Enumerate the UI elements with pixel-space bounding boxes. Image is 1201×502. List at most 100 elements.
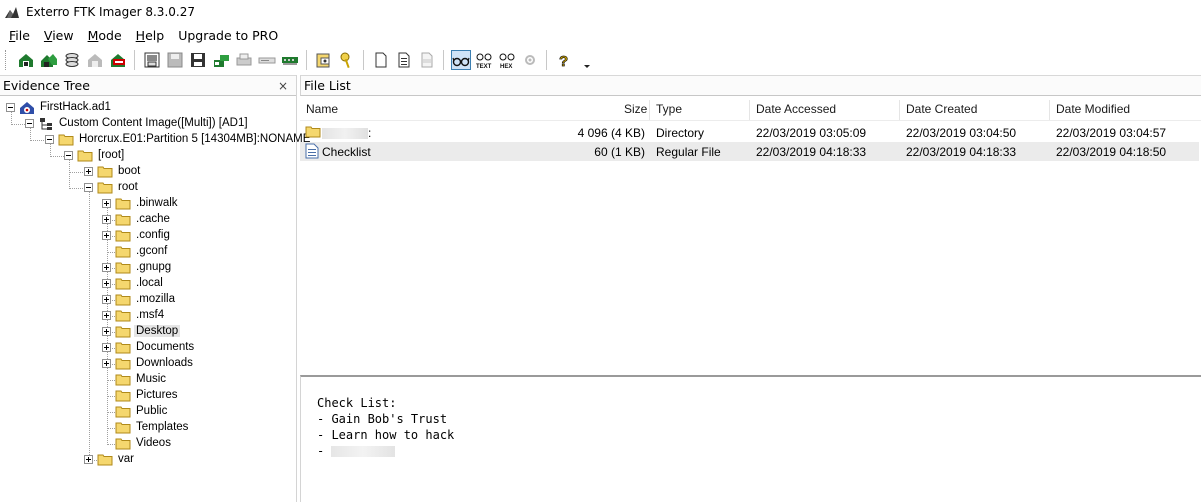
tree-node-pictures[interactable]: Pictures — [115, 387, 180, 403]
collapse-toggle[interactable] — [84, 182, 93, 192]
expand-toggle[interactable] — [102, 310, 111, 320]
expand-toggle[interactable] — [102, 358, 111, 368]
file-date-created: 22/03/2019 04:18:33 — [906, 145, 1017, 159]
new-document-button[interactable] — [371, 50, 391, 70]
tree-node-label: Desktop — [134, 325, 181, 337]
column-header-type[interactable]: Type — [656, 102, 682, 116]
decrypt-ad1-button[interactable] — [257, 50, 277, 70]
image-mounting-button[interactable] — [62, 50, 82, 70]
document-icon — [375, 52, 386, 68]
menu-mode[interactable]: Mode — [83, 28, 127, 43]
remove-all-evidence-button[interactable] — [108, 50, 128, 70]
collapse-toggle[interactable] — [45, 134, 54, 144]
tree-node-binwalk[interactable]: .binwalk — [102, 195, 180, 211]
file-list-header: File List — [300, 75, 1201, 96]
column-header-date-accessed[interactable]: Date Accessed — [756, 102, 836, 116]
add-all-attached-devices-button[interactable] — [39, 50, 59, 70]
help-button[interactable]: ? — [554, 50, 574, 70]
remove-evidence-item-button[interactable] — [85, 50, 105, 70]
tree-node-local[interactable]: .local — [102, 275, 165, 291]
tree-node-root-bracket[interactable]: [root] — [64, 147, 126, 163]
preview-line-redacted: - — [317, 443, 454, 459]
folder-icon — [58, 133, 74, 146]
tree-node-custom-content-image[interactable]: Custom Content Image([Multi]) [AD1] — [25, 115, 250, 131]
tree-node-templates[interactable]: Templates — [115, 419, 190, 435]
export-disk-image-button[interactable] — [165, 50, 185, 70]
menu-view[interactable]: View — [39, 28, 79, 43]
folder-icon — [115, 213, 131, 226]
document-lines-icon — [398, 52, 409, 68]
create-custom-content-image-button[interactable] — [234, 50, 254, 70]
export-logical-image-button[interactable] — [188, 50, 208, 70]
column-divider[interactable] — [749, 100, 750, 120]
expand-toggle[interactable] — [102, 278, 111, 288]
auto-view-button[interactable] — [450, 50, 471, 70]
column-header-size[interactable]: Size — [624, 102, 647, 116]
tree-node-cache[interactable]: .cache — [102, 211, 172, 227]
add-to-custom-content-button[interactable] — [211, 50, 231, 70]
expand-toggle[interactable] — [102, 214, 111, 224]
remove-all-icon — [110, 54, 125, 67]
tree-node-firsthack[interactable]: FirstHack.ad1 — [6, 99, 113, 115]
column-divider[interactable] — [899, 100, 900, 120]
menu-help[interactable]: Help — [131, 28, 170, 43]
file-preview-pane[interactable]: Check List: - Gain Bob's Trust - Learn how… — [300, 375, 1201, 502]
tree-node-public[interactable]: Public — [115, 403, 169, 419]
expand-toggle[interactable] — [102, 198, 111, 208]
add-evidence-item-button[interactable] — [16, 50, 36, 70]
expand-toggle[interactable] — [102, 262, 111, 272]
table-row[interactable]: Checklist 60 (1 KB) Regular File 22/03/2… — [300, 142, 1199, 161]
expand-toggle[interactable] — [102, 326, 111, 336]
menu-upgrade-to-pro[interactable]: Upgrade to PRO — [173, 28, 283, 43]
column-header-date-modified[interactable]: Date Modified — [1056, 102, 1130, 116]
collapse-toggle[interactable] — [25, 118, 34, 128]
tree-node-mozilla[interactable]: .mozilla — [102, 291, 177, 307]
text-view-button[interactable]: TEXT — [474, 50, 494, 70]
tree-node-partition[interactable]: Horcrux.E01:Partition 5 [14304MB]:NONAME — [45, 131, 312, 147]
tree-node-videos[interactable]: Videos — [115, 435, 173, 451]
column-divider[interactable] — [649, 100, 650, 120]
column-divider[interactable] — [1049, 100, 1050, 120]
folder-icon — [97, 165, 113, 178]
tree-node-desktop[interactable]: Desktop — [102, 323, 181, 339]
table-row[interactable]: : 4 096 (4 KB) Directory 22/03/2019 03:0… — [300, 123, 1199, 142]
collapse-toggle[interactable] — [64, 150, 73, 160]
column-header-date-created[interactable]: Date Created — [906, 102, 977, 116]
tree-node-root[interactable]: root — [84, 179, 140, 195]
expand-toggle[interactable] — [102, 294, 111, 304]
add-devices-icon — [40, 54, 57, 67]
obtain-protected-files-button[interactable] — [337, 50, 357, 70]
properties-view-button[interactable] — [520, 50, 540, 70]
tree-node-msf4[interactable]: .msf4 — [102, 307, 166, 323]
capture-memory-button[interactable] — [314, 50, 334, 70]
toolbar-grip[interactable] — [5, 50, 8, 70]
tree-node-gnupg[interactable]: .gnupg — [102, 259, 173, 275]
text-document-button[interactable] — [394, 50, 414, 70]
tree-node-gconf[interactable]: .gconf — [115, 243, 169, 259]
expand-toggle[interactable] — [102, 230, 111, 240]
expand-toggle[interactable] — [84, 166, 93, 176]
tree-node-downloads[interactable]: Downloads — [102, 355, 195, 371]
verify-drive-button[interactable] — [280, 50, 300, 70]
tree-node-music[interactable]: Music — [115, 371, 168, 387]
tree-node-var[interactable]: var — [84, 451, 136, 467]
tree-node-label: Videos — [136, 437, 171, 449]
glasses-icon — [451, 57, 470, 67]
tree-node-label: var — [118, 453, 134, 465]
hex-view-button[interactable]: HEX — [497, 50, 517, 70]
close-icon[interactable]: × — [278, 79, 288, 93]
menu-file[interactable]: File — [4, 28, 35, 43]
expand-toggle[interactable] — [102, 342, 111, 352]
ftk-logo-icon — [4, 4, 20, 20]
toolbar-overflow-button[interactable] — [577, 50, 597, 70]
collapse-toggle[interactable] — [6, 102, 15, 112]
tree-node-config[interactable]: .config — [102, 227, 172, 243]
directory-listing-button[interactable] — [417, 50, 437, 70]
expand-toggle[interactable] — [84, 454, 93, 464]
tree-node-documents[interactable]: Documents — [102, 339, 196, 355]
create-disk-image-button[interactable] — [142, 50, 162, 70]
column-header-name[interactable]: Name — [306, 102, 338, 116]
folder-icon — [115, 197, 131, 210]
tree-node-boot[interactable]: boot — [84, 163, 142, 179]
tree-node-label: root — [118, 181, 138, 193]
